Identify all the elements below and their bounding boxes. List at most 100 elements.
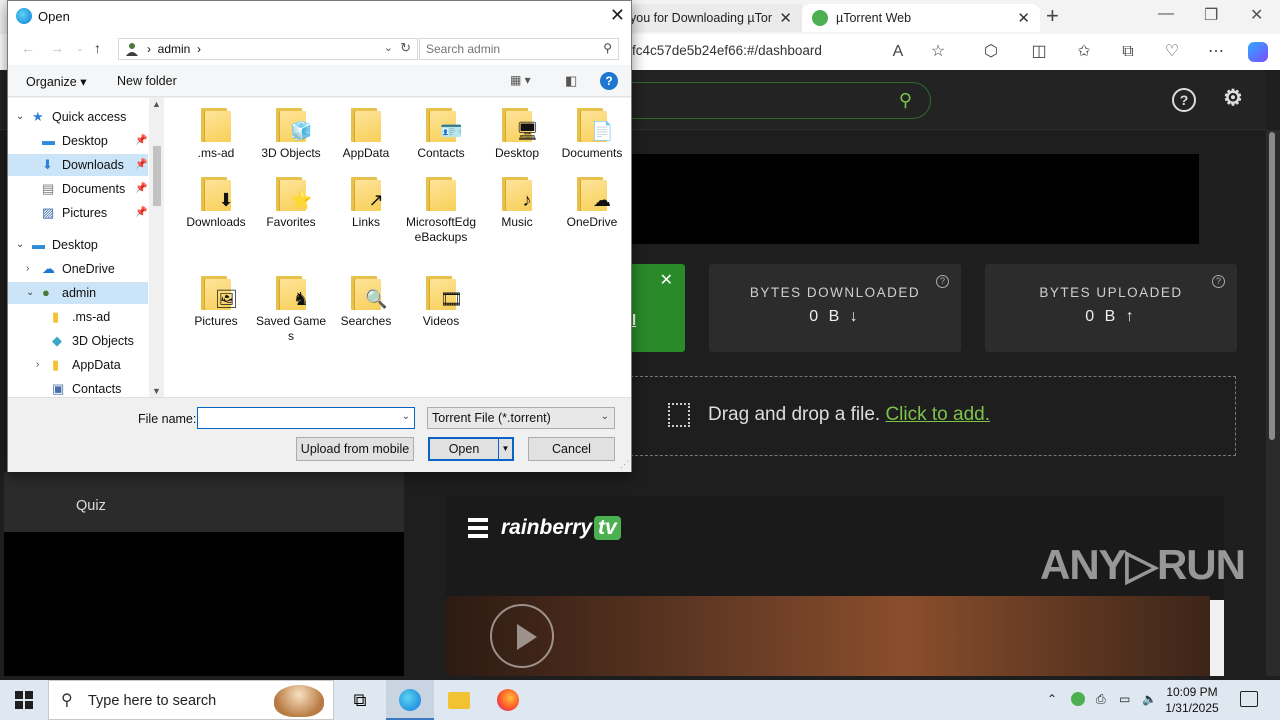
windows-start-icon[interactable] — [15, 691, 33, 709]
play-icon[interactable] — [490, 604, 554, 668]
cancel-button[interactable]: Cancel — [528, 437, 615, 461]
nav-item-desktop[interactable]: ⌄ ▬ Desktop — [8, 234, 148, 256]
nav-item-ms-ad[interactable]: ▮ .ms-ad — [8, 306, 148, 328]
nav-scrollbar[interactable]: ▲ ▼ — [149, 98, 164, 397]
nav-item-downloads[interactable]: ⬇ Downloads 📌 — [8, 154, 148, 176]
chevron-down-icon[interactable]: ⌄ — [26, 282, 34, 304]
tab-close-icon[interactable]: ✕ — [1017, 9, 1030, 27]
nav-item-documents[interactable]: ▤ Documents 📌 — [8, 178, 148, 200]
folder-desktop[interactable]: 🖥 Desktop — [479, 108, 555, 161]
nav-item-quick-access[interactable]: ⌄ ★ Quick access — [8, 106, 148, 128]
info-icon[interactable]: ? — [936, 275, 949, 288]
help-icon[interactable]: ? — [1172, 88, 1196, 112]
notification-icon[interactable] — [1240, 691, 1258, 707]
search-icon[interactable]: ⚲ — [899, 90, 912, 111]
resize-grip-icon[interactable]: ⋰ — [620, 459, 629, 470]
nav-item-3d-objects[interactable]: ◆ 3D Objects — [8, 330, 148, 352]
chevron-down-icon[interactable]: ⌄ — [16, 106, 24, 128]
nav-item-admin[interactable]: ⌄ ● admin — [8, 282, 148, 304]
back-arrow-icon[interactable]: ← — [21, 40, 35, 56]
nav-item-onedrive[interactable]: › ☁ OneDrive — [8, 258, 148, 280]
new-tab-icon[interactable]: + — [1046, 3, 1059, 29]
restore-icon[interactable]: ❐ — [1204, 5, 1218, 25]
task-view-icon[interactable]: ⧉ — [336, 680, 384, 720]
refresh-icon[interactable]: ↻ — [400, 40, 411, 56]
read-aloud-icon[interactable]: A — [888, 42, 908, 62]
chevron-down-icon[interactable]: ⌄ — [384, 41, 393, 54]
network-icon[interactable]: ▭ — [1119, 692, 1130, 706]
tab-downloading[interactable]: you for Downloading µTor ✕ — [620, 4, 802, 32]
open-dropdown-icon[interactable]: ▼ — [498, 439, 512, 459]
folder-searches[interactable]: 🔍 Searches — [328, 276, 404, 329]
sidebar-item-quiz[interactable]: Quiz — [4, 472, 404, 532]
folder-appdata[interactable]: AppData — [328, 108, 404, 161]
open-button[interactable]: Open ▼ — [428, 437, 514, 461]
folder-downloads[interactable]: ⬇ Downloads — [178, 177, 254, 230]
folder-onedrive[interactable]: ☁ OneDrive — [554, 177, 630, 230]
folder-links[interactable]: ↗ Links — [328, 177, 404, 230]
hamburger-menu-icon[interactable] — [468, 518, 488, 542]
folder-favorites[interactable]: ⭐ Favorites — [253, 177, 329, 230]
chevron-right-icon[interactable]: › — [36, 354, 39, 376]
dialog-close-icon[interactable]: ✕ — [610, 5, 625, 26]
clock[interactable]: 10:09 PM 1/31/2025 — [1160, 684, 1224, 716]
minimize-icon[interactable]: ― — [1158, 5, 1174, 23]
close-icon[interactable]: ✕ — [660, 270, 673, 290]
utorrent-tray-icon[interactable] — [1071, 692, 1085, 709]
folder-ms-ad[interactable]: .ms-ad — [178, 108, 254, 161]
search-icon[interactable]: ⚲ — [603, 41, 612, 55]
file-name-field[interactable]: ⌄ — [197, 407, 415, 429]
page-scrollbar[interactable] — [1266, 130, 1280, 676]
file-type-select[interactable]: Torrent File (*.torrent) ⌄ — [427, 407, 615, 429]
settings-gear-icon[interactable]: ⚙ — [1221, 87, 1245, 112]
file-explorer-icon[interactable] — [435, 680, 483, 720]
copilot-icon[interactable] — [1248, 42, 1268, 62]
chevron-down-icon[interactable]: ⌄ — [16, 234, 24, 256]
split-screen-icon[interactable]: ◫ — [1029, 42, 1049, 62]
more-icon[interactable]: ⋯ — [1206, 42, 1226, 62]
favorite-star-icon[interactable]: ☆ — [928, 42, 948, 62]
nav-item-appdata[interactable]: › ▮ AppData — [8, 354, 148, 376]
folder-pictures[interactable]: 🖼 Pictures — [178, 276, 254, 329]
up-arrow-icon[interactable]: ↑ — [94, 40, 101, 56]
firefox-icon[interactable] — [484, 680, 532, 720]
folder-contacts[interactable]: 🪪 Contacts — [403, 108, 479, 161]
performance-icon[interactable]: ♡ — [1162, 42, 1182, 62]
folder-saved-games[interactable]: ♞ Saved Games — [253, 276, 329, 344]
chevron-right-icon[interactable]: › — [26, 258, 29, 280]
volume-icon[interactable]: 🔈 — [1142, 692, 1157, 706]
panel-scrollbar[interactable] — [1210, 600, 1224, 676]
promo-card[interactable]: ✕ l — [630, 264, 685, 352]
address-bar[interactable]: fc4c57de5b24ef66:#/dashboard — [632, 43, 822, 58]
nav-item-desktop[interactable]: ▬ Desktop 📌 — [8, 130, 148, 152]
favorites-icon[interactable]: ✩ — [1074, 42, 1094, 62]
extensions-icon[interactable]: ⬡ — [981, 42, 1001, 62]
taskbar-search[interactable]: ⚲ Type here to search — [48, 680, 334, 720]
help-icon[interactable]: ? — [600, 72, 618, 90]
organize-button[interactable]: Organize ▾ — [26, 74, 86, 89]
address-path[interactable]: › admin › ⌄ ↻ — [118, 38, 418, 60]
view-options-icon[interactable]: ▦ ▾ — [510, 73, 531, 87]
tab-utorrent-web[interactable]: µTorrent Web ✕ — [802, 4, 1040, 32]
collections-icon[interactable]: ⧉ — [1118, 42, 1138, 62]
video-player[interactable] — [446, 596, 1210, 676]
new-folder-button[interactable]: New folder — [117, 74, 177, 88]
info-icon[interactable]: ? — [1212, 275, 1225, 288]
edge-taskbar-icon[interactable] — [386, 680, 434, 720]
nav-item-pictures[interactable]: ▨ Pictures 📌 — [8, 202, 148, 224]
folder-microsoftedgebackups[interactable]: MicrosoftEdgeBackups — [403, 177, 479, 245]
folder-videos[interactable]: 🎞 Videos — [403, 276, 479, 329]
folder-3d-objects[interactable]: 🧊 3D Objects — [253, 108, 329, 161]
chevron-down-icon[interactable]: ⌄ — [402, 411, 410, 422]
preview-pane-icon[interactable]: ◧ — [565, 73, 577, 89]
dialog-search[interactable]: ⚲ — [419, 38, 619, 60]
tray-overflow-icon[interactable]: ⌃ — [1047, 692, 1057, 706]
tab-close-icon[interactable]: ✕ — [779, 9, 792, 27]
torrent-search[interactable]: ⚲ — [600, 82, 931, 119]
forward-arrow-icon[interactable]: → — [50, 40, 64, 56]
device-icon[interactable]: ⎙ — [1096, 692, 1106, 707]
folder-music[interactable]: ♪ Music — [479, 177, 555, 230]
recent-chevron-icon[interactable]: ⌄ — [76, 43, 84, 54]
search-input[interactable] — [426, 40, 596, 58]
upload-from-mobile-button[interactable]: Upload from mobile — [296, 437, 414, 461]
